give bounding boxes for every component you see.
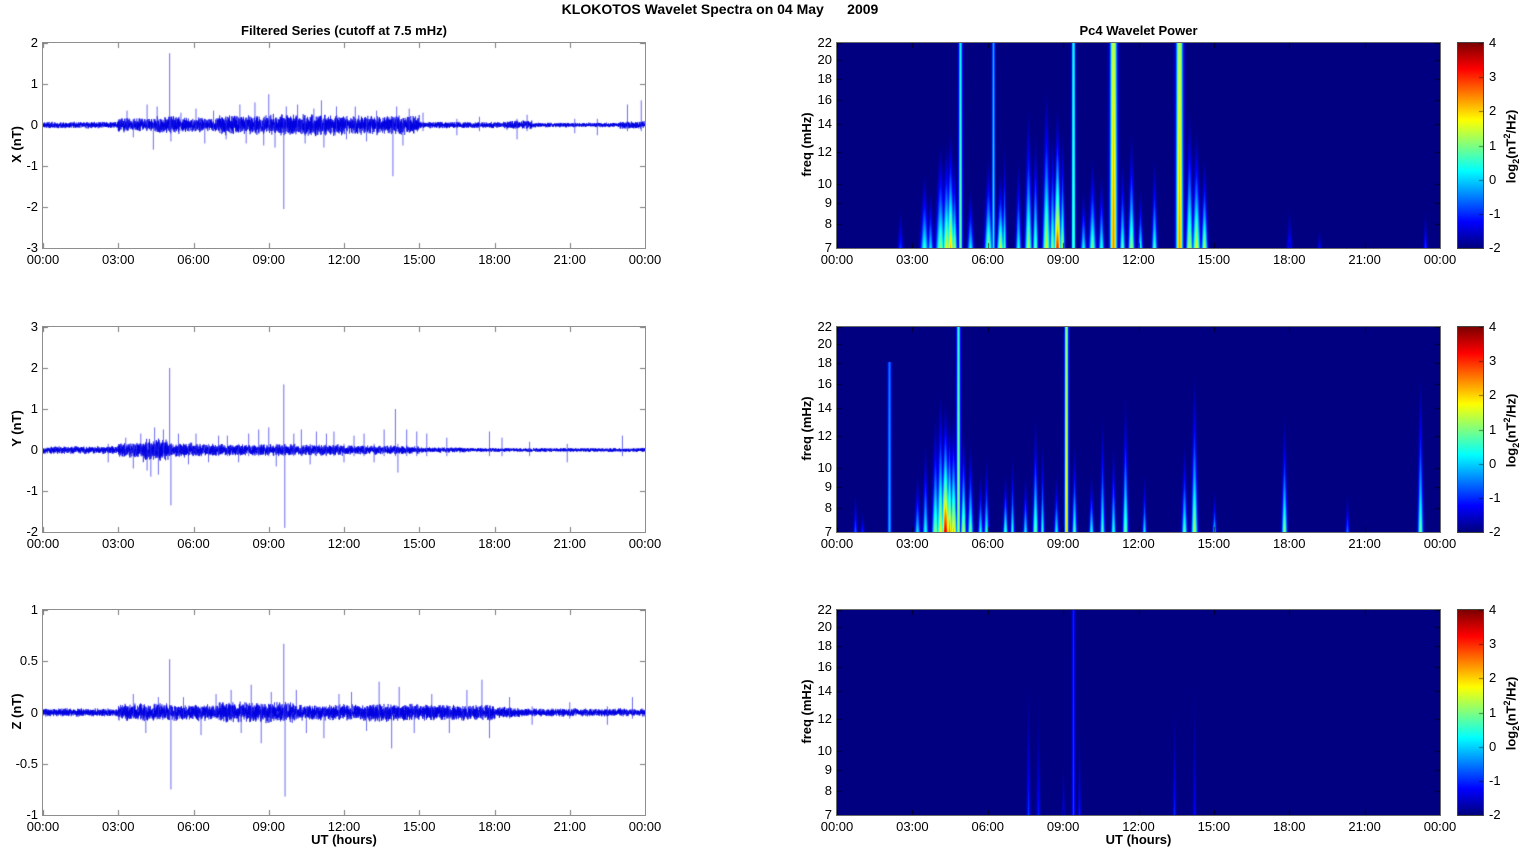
- x-tick-label: 06:00: [177, 252, 210, 267]
- spectrogram-canvas-y: [837, 327, 1440, 532]
- x-tick-label: 00:00: [1423, 536, 1457, 551]
- x-tick-label: 06:00: [177, 536, 210, 551]
- x-tick-label: 21:00: [553, 536, 587, 551]
- waveform-canvas-z: [43, 610, 645, 815]
- panel-x-series: 00:00 03:00 06:00 09:00 12:00 15:00 18:00 21:00…: [26, 35, 661, 267]
- x-tick-label: 15:00: [1197, 536, 1231, 551]
- x-tick-label: 06:00: [971, 536, 1005, 551]
- x-tick-label: 21:00: [1348, 536, 1381, 551]
- ylabel-z-spectrogram: freq (mHz): [799, 679, 814, 744]
- colorbar-canvas-z: [1458, 610, 1483, 815]
- colorbar-canvas-y: [1458, 327, 1483, 532]
- x-tick-label: 18:00: [478, 536, 511, 551]
- x-tick-label: 12:00: [1122, 536, 1155, 551]
- x-tick-label: 00:00: [628, 536, 662, 551]
- x-tick-label: 12:00: [327, 252, 361, 267]
- ylabel-x-spectrogram: freq (mHz): [799, 112, 814, 177]
- x-tick-label: 09:00: [252, 536, 286, 551]
- x-tick-label: 12:00: [327, 536, 361, 551]
- x-tick-label: 09:00: [1046, 536, 1080, 551]
- colorbar-z: 4 3 2 1 0 -1 -2: [1457, 602, 1501, 822]
- x-tick-label: 03:00: [101, 536, 135, 551]
- x-tick-label: 00:00: [628, 252, 662, 267]
- x-tick-label: 21:00: [1348, 252, 1381, 267]
- colorbar-label-x: log2(nT2/Hz): [1502, 109, 1521, 184]
- right-column-title: Pc4 Wavelet Power: [1079, 23, 1198, 38]
- x-tick-label: 03:00: [896, 536, 929, 551]
- x-tick-label: 03:00: [101, 252, 135, 267]
- panel-x-spectrogram: 00:00 03:00 06:00 09:00 12:00 15:00 18:00 21:00…: [818, 35, 1457, 267]
- colorbar-y: 4 3 2 1 0 -1 -2: [1457, 319, 1501, 539]
- xlabel-left: UT (hours): [311, 832, 377, 847]
- spectrogram-canvas-x: [837, 43, 1440, 248]
- x-tick-label: 09:00: [252, 252, 286, 267]
- left-column-title: Filtered Series (cutoff at 7.5 mHz): [241, 23, 447, 38]
- x-tick-label: 15:00: [1197, 252, 1231, 267]
- x-tick-label: 15:00: [402, 252, 436, 267]
- spectrogram-canvas-z: [837, 610, 1440, 815]
- ylabel-z-series: Z (nT): [9, 693, 24, 730]
- waveform-canvas-x: [43, 43, 645, 248]
- x-tick-label: 18:00: [478, 252, 511, 267]
- x-tick-label: 18:00: [1272, 252, 1306, 267]
- ylabel-y-spectrogram: freq (mHz): [799, 396, 814, 461]
- x-tick-label: 18:00: [1272, 536, 1306, 551]
- x-tick-label: 15:00: [402, 536, 436, 551]
- panel-y-spectrogram: 00:00 03:00 06:00 09:00 12:00 15:00 18:00 21:00…: [818, 319, 1457, 551]
- panel-z-spectrogram: 00:00 03:00 06:00 09:00 12:00 15:00 18:00 21:00…: [818, 602, 1457, 834]
- x-tick-label: 03:00: [896, 252, 929, 267]
- panel-y-series: 00:00 03:00 06:00 09:00 12:00 15:00 18:00 21:00…: [26, 319, 661, 551]
- colorbar-canvas-x: [1458, 43, 1483, 248]
- waveform-canvas-y: [43, 327, 645, 532]
- panel-z-series: 00:00 03:00 06:00 09:00 12:00 15:00 18:00 21:00…: [16, 602, 662, 834]
- x-tick-label: 09:00: [1046, 252, 1080, 267]
- x-tick-label: 00:00: [1423, 252, 1457, 267]
- colorbar-label-z: log2(nT2/Hz): [1502, 676, 1521, 751]
- x-tick-label: 12:00: [1122, 252, 1155, 267]
- colorbar-label-y: log2(nT2/Hz): [1502, 393, 1521, 468]
- ylabel-x-series: X (nT): [9, 126, 24, 163]
- ylabel-y-series: Y (nT): [9, 410, 24, 447]
- x-tick-label: 21:00: [553, 252, 587, 267]
- x-tick-label: 06:00: [971, 252, 1005, 267]
- xlabel-right: UT (hours): [1105, 832, 1172, 847]
- figure-title: KLOKOTOS Wavelet Spectra on 04 May 2009: [561, 1, 879, 17]
- colorbar-x: 4 3 2 1 0 -1 -2: [1457, 35, 1501, 255]
